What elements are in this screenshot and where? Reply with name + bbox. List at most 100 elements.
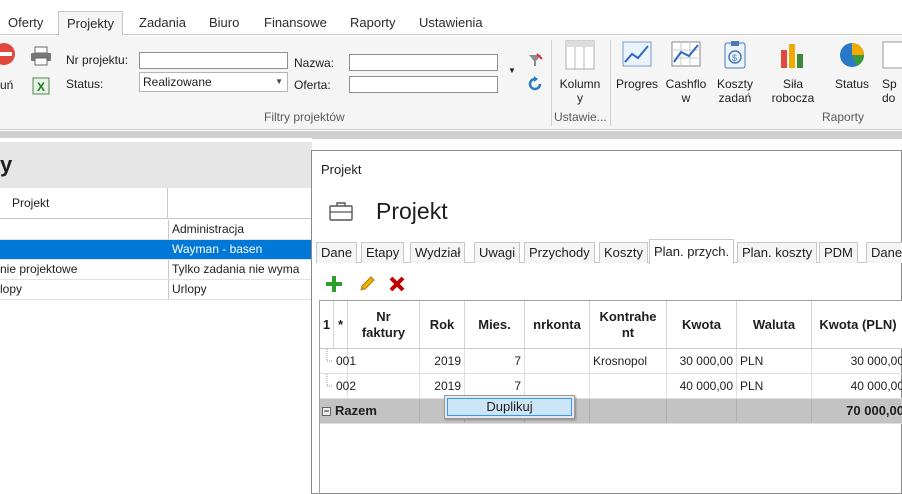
tab-pdm[interactable]: PDM xyxy=(819,242,858,263)
status-select-value: Realizowane xyxy=(143,75,212,89)
pie-chart-icon xyxy=(840,43,865,67)
tab-etapy[interactable]: Etapy xyxy=(361,242,405,263)
context-menu: Duplikuj xyxy=(444,395,575,419)
header-nrkonta[interactable]: nrkonta xyxy=(525,301,590,349)
header-kontrahent[interactable]: Kontrahe nt xyxy=(590,301,667,349)
menu-tab-biuro[interactable]: Biuro xyxy=(201,11,247,36)
project-name-cell: Administracja xyxy=(168,220,312,239)
window-top-strip xyxy=(0,0,902,11)
ustawienia-caption: Ustawie... xyxy=(554,110,607,124)
progres-label: Progres xyxy=(615,77,659,91)
dialog-tab-bar: Dane Etapy Wydział Uwagi Przychody Koszt… xyxy=(316,239,902,264)
clear-filter-icon[interactable] xyxy=(527,52,543,68)
status-report-button[interactable]: Status xyxy=(828,40,876,91)
status-report-label: Status xyxy=(834,77,870,91)
header-kwota-pln[interactable]: Kwota (PLN) xyxy=(812,301,902,349)
report-icon xyxy=(882,41,902,69)
tab-plan-przych[interactable]: Plan. przych. xyxy=(649,239,735,264)
header-mies[interactable]: Mies. xyxy=(465,301,525,349)
menu-tab-raporty[interactable]: Raporty xyxy=(342,11,404,36)
edit-pencil-icon[interactable] xyxy=(358,275,376,293)
cell-kwota-pln[interactable]: 40 000,00 xyxy=(812,374,902,398)
dialog-heading: Projekt xyxy=(376,198,448,224)
total-label: Razem xyxy=(335,403,377,418)
table-row[interactable]: lopy Urlopy xyxy=(0,280,312,300)
menu-tab-oferty[interactable]: Oferty xyxy=(0,11,51,36)
context-menu-duplikuj[interactable]: Duplikuj xyxy=(447,398,572,416)
cashflow-button[interactable]: Cashflo w xyxy=(662,40,710,105)
table-row[interactable]: 001 2019 7 Krosnopol 30 000,00 PLN 30 00… xyxy=(320,349,902,374)
grid-header: 1 * Nr faktury Rok Mies. nrkonta Kontrah… xyxy=(320,301,902,349)
cashflow-chart-icon xyxy=(671,41,701,67)
projects-table-header: Projekt xyxy=(0,188,312,219)
add-icon[interactable] xyxy=(325,275,343,293)
tab-wydzial[interactable]: Wydział xyxy=(410,242,466,263)
sp-report-button[interactable]: Sp do xyxy=(882,40,902,105)
koszty-zadan-button[interactable]: $ Koszty zadań xyxy=(711,40,759,105)
filter-dropdown-arrow-icon[interactable]: ▼ xyxy=(508,66,516,75)
project-name-cell: Tylko zadania nie wyma xyxy=(168,260,312,279)
progres-button[interactable]: Progres xyxy=(613,40,661,91)
delete-button-label[interactable]: uń xyxy=(0,78,13,92)
table-row[interactable]: nie projektowe Tylko zadania nie wyma xyxy=(0,260,312,280)
nazwa-input[interactable] xyxy=(349,54,498,71)
header-rok[interactable]: Rok xyxy=(420,301,465,349)
header-kwota[interactable]: Kwota xyxy=(667,301,737,349)
cell-kontrahent[interactable]: Krosnopol xyxy=(590,349,667,373)
cell-nrkonta[interactable] xyxy=(525,349,590,373)
status-select[interactable]: Realizowane ▼ xyxy=(139,72,288,92)
sp-report-label: Sp do xyxy=(882,77,897,105)
menu-tab-zadania[interactable]: Zadania xyxy=(131,11,194,36)
cell-waluta[interactable]: PLN xyxy=(737,374,812,398)
cell-kwota-pln[interactable]: 30 000,00 xyxy=(812,349,902,373)
tab-uwagi[interactable]: Uwagi xyxy=(474,242,521,263)
cell-mies[interactable]: 7 xyxy=(465,349,525,373)
header-new-row-star: * xyxy=(334,301,348,349)
excel-export-icon[interactable]: X xyxy=(29,76,51,96)
tab-przychody[interactable]: Przychody xyxy=(524,242,595,263)
oferta-input[interactable] xyxy=(349,76,498,93)
project-code-cell: lopy xyxy=(0,282,23,296)
menu-tab-ustawienia[interactable]: Ustawienia xyxy=(411,11,491,36)
nazwa-label: Nazwa: xyxy=(294,56,335,70)
column-header-projekt[interactable]: Projekt xyxy=(12,196,49,210)
collapse-minus-icon[interactable]: − xyxy=(322,407,331,417)
tab-dane-2[interactable]: Dane xyxy=(866,242,902,263)
project-code-cell: nie projektowe xyxy=(0,262,78,276)
total-kwota-pln: 70 000,00 xyxy=(846,403,902,418)
refresh-icon[interactable] xyxy=(527,76,543,92)
total-empty-cell xyxy=(590,399,667,423)
cell-nr-faktury[interactable]: 001 xyxy=(336,349,420,373)
total-empty-cell xyxy=(737,399,812,423)
tab-dane[interactable]: Dane xyxy=(316,242,358,263)
planned-income-grid: 1 * Nr faktury Rok Mies. nrkonta Kontrah… xyxy=(319,300,902,494)
table-row-selected[interactable]: Wayman - basen xyxy=(0,240,312,260)
menu-tab-finansowe[interactable]: Finansowe xyxy=(256,11,335,36)
tab-koszty[interactable]: Koszty xyxy=(599,242,649,263)
svg-text:$: $ xyxy=(732,53,737,63)
table-row[interactable]: Administracja xyxy=(0,220,312,240)
header-nr-faktury[interactable]: Nr faktury xyxy=(348,301,420,349)
column-divider xyxy=(167,188,168,219)
print-icon[interactable] xyxy=(30,46,52,66)
tab-plan-koszty[interactable]: Plan. koszty xyxy=(737,242,818,263)
delete-icon[interactable] xyxy=(0,42,16,66)
kolumny-label: Kolumn y xyxy=(559,77,601,105)
menu-tab-projekty[interactable]: Projekty xyxy=(58,11,123,36)
nr-projektu-input[interactable] xyxy=(139,52,288,69)
chevron-down-icon: ▼ xyxy=(275,77,283,86)
delete-x-icon[interactable] xyxy=(388,275,406,293)
cell-kwota[interactable]: 30 000,00 xyxy=(667,349,737,373)
header-waluta[interactable]: Waluta xyxy=(737,301,812,349)
cell-nr-faktury[interactable]: 002 xyxy=(336,374,420,398)
cell-rok[interactable]: 2019 xyxy=(420,349,465,373)
cell-waluta[interactable]: PLN xyxy=(737,349,812,373)
cell-kwota[interactable]: 40 000,00 xyxy=(667,374,737,398)
kolumny-button[interactable]: Kolumn y xyxy=(555,40,605,105)
dialog-title: Projekt xyxy=(321,162,362,177)
project-dialog: Projekt Projekt Dane Etapy Wydział Uwagi… xyxy=(311,150,902,494)
raporty-caption: Raporty xyxy=(822,110,865,124)
sila-robocza-button[interactable]: Siła robocza xyxy=(767,40,819,105)
table-row[interactable]: 002 2019 7 40 000,00 PLN 40 000,00 xyxy=(320,374,902,399)
cell-kontrahent[interactable] xyxy=(590,374,667,398)
